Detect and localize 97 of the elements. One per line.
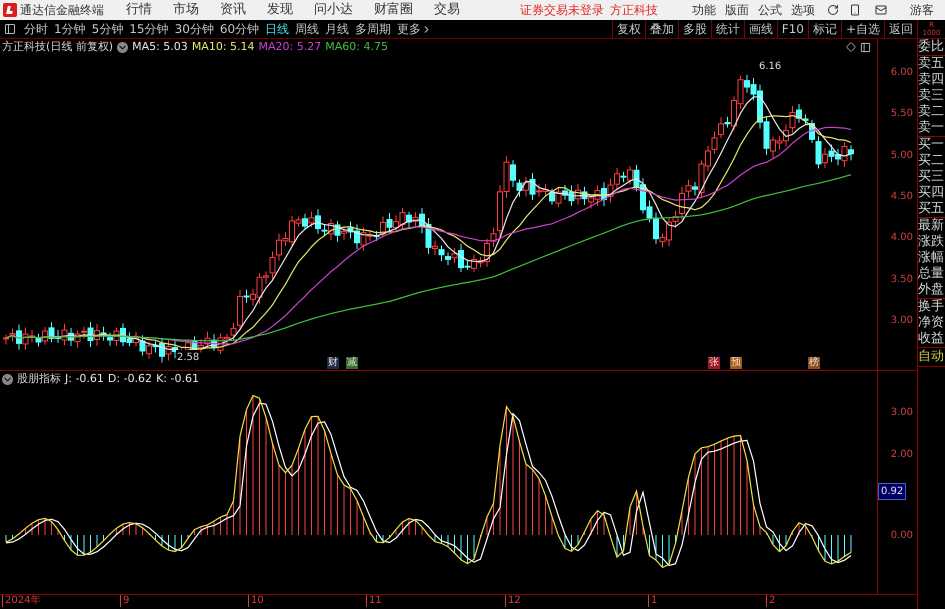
- period-tab[interactable]: 1分钟: [54, 20, 86, 38]
- mail-icon[interactable]: [875, 4, 887, 16]
- quote-tab[interactable]: 卖三: [918, 88, 945, 104]
- toolbar-button[interactable]: 返回: [884, 20, 917, 38]
- refresh-icon[interactable]: [827, 4, 839, 16]
- ma-reading: MA60: 4.75: [325, 38, 388, 55]
- ma-reading: MA5: 5.03: [132, 38, 188, 55]
- date-axis-label: 1: [648, 595, 658, 607]
- period-tab[interactable]: 30分钟: [174, 20, 214, 38]
- period-tab[interactable]: 月线: [325, 20, 350, 38]
- period-tab[interactable]: 15分钟: [129, 20, 169, 38]
- app-logo-icon: [3, 3, 17, 17]
- chart-title: 方正科技(日线 前复权): [2, 38, 114, 55]
- menu-item[interactable]: 问小达: [314, 0, 353, 20]
- indicator-reading: D: -0.62: [108, 370, 152, 387]
- price-axis-label: 5.00: [890, 148, 913, 163]
- quote-tab[interactable]: 最新: [918, 218, 945, 234]
- dropdown-icon[interactable]: [117, 42, 128, 52]
- user-label[interactable]: 游客: [910, 1, 934, 19]
- date-axis-label: 9: [120, 595, 130, 607]
- panel-icon[interactable]: [4, 23, 16, 35]
- app-title: 通达信金融终端: [20, 2, 105, 19]
- toolbar-button[interactable]: 统计: [710, 20, 744, 38]
- toolbar-button[interactable]: F10: [776, 20, 808, 38]
- quote-tab[interactable]: 买三: [918, 169, 945, 185]
- menu-item[interactable]: 交易: [434, 0, 460, 20]
- event-marker[interactable]: 张: [708, 357, 720, 369]
- quote-tab[interactable]: 净资: [918, 315, 945, 331]
- quote-tab[interactable]: 委比: [918, 39, 945, 55]
- event-marker[interactable]: 榜: [808, 357, 820, 369]
- quote-tab[interactable]: 买二: [918, 153, 945, 169]
- date-axis-label: 2: [766, 595, 776, 607]
- toolbar-button[interactable]: 叠加: [644, 20, 678, 38]
- quote-tab[interactable]: 卖四: [918, 72, 945, 88]
- indicator-axis-label: 0.00: [890, 529, 913, 543]
- indicator-title: 股朋指标: [17, 370, 61, 387]
- price-axis-label: 3.00: [890, 314, 913, 328]
- toolbar-button[interactable]: 多股: [678, 20, 711, 38]
- quote-tab[interactable]: 外盘: [918, 282, 945, 298]
- diamond-icon[interactable]: [846, 42, 856, 52]
- menu-item[interactable]: 发现: [267, 0, 293, 20]
- toolbar-button[interactable]: 画线: [744, 20, 777, 38]
- price-axis-label: 4.00: [890, 231, 913, 246]
- stock-name[interactable]: 方正科技: [610, 1, 658, 19]
- ma-reading: MA20: 5.27: [258, 38, 322, 55]
- event-marker[interactable]: 预: [730, 357, 742, 369]
- menu-item[interactable]: 版面: [725, 1, 749, 19]
- quote-tab[interactable]: 卖二: [918, 104, 945, 120]
- phone-icon[interactable]: [849, 4, 861, 16]
- indicator-reading: K: -0.61: [156, 370, 199, 387]
- event-marker[interactable]: 减: [346, 357, 358, 369]
- low-price-label: 2.58: [176, 350, 200, 365]
- quote-tab[interactable]: 卖一: [918, 120, 945, 136]
- period-tab[interactable]: 5分钟: [92, 20, 124, 38]
- mode-button[interactable]: 自动: [918, 348, 945, 367]
- quote-tab[interactable]: 换手: [918, 299, 945, 315]
- menu-item[interactable]: 公式: [758, 1, 782, 19]
- date-axis-label: 2024年: [2, 595, 40, 607]
- menu-item[interactable]: 行情: [126, 0, 152, 20]
- login-notice[interactable]: 证券交易未登录: [520, 1, 604, 19]
- indicator-axis-label: 2.00: [890, 448, 913, 462]
- date-axis-label: 10: [248, 595, 264, 607]
- menu-item[interactable]: 资讯: [220, 0, 246, 20]
- period-tab[interactable]: 60分钟: [220, 20, 260, 38]
- quote-tab[interactable]: 卖五: [918, 56, 945, 72]
- indicator-axis-label: 3.00: [890, 406, 913, 420]
- indicator-reading: J: -0.61: [65, 370, 104, 387]
- toolbar-button[interactable]: 标记: [808, 20, 841, 38]
- ma-reading: MA10: 5.14: [192, 38, 255, 55]
- price-axis-label: 4.50: [890, 190, 913, 204]
- price-axis-label: 5.50: [890, 107, 913, 122]
- quote-tab[interactable]: 涨幅: [918, 250, 945, 266]
- menu-item[interactable]: 财富圈: [374, 0, 413, 20]
- period-tab[interactable]: 周线: [295, 20, 320, 38]
- menu-item[interactable]: 市场: [173, 0, 199, 20]
- panel-toggle-icon[interactable]: [860, 42, 871, 52]
- price-axis-label: 6.00: [890, 66, 913, 80]
- price-axis-label: 3.50: [890, 272, 913, 286]
- quote-tab[interactable]: 收益: [918, 331, 945, 347]
- menu-item[interactable]: 功能: [692, 1, 716, 19]
- current-value-label: 0.92: [878, 483, 906, 500]
- menu-item[interactable]: 选项: [791, 1, 815, 19]
- toolbar-button[interactable]: +自选: [840, 20, 884, 38]
- quote-tab[interactable]: 涨跌: [918, 234, 945, 250]
- dropdown-icon[interactable]: [2, 374, 13, 384]
- quote-tab[interactable]: 买五: [918, 201, 945, 217]
- toolbar-button[interactable]: 复权: [612, 20, 645, 38]
- period-tab[interactable]: 多周期: [355, 20, 392, 38]
- quote-tab[interactable]: 买一: [918, 137, 945, 153]
- event-marker[interactable]: 财: [327, 357, 339, 369]
- quote-tab[interactable]: 总量: [918, 266, 945, 282]
- more-button[interactable]: 更多: [397, 20, 432, 38]
- date-axis-label: 12: [505, 595, 521, 607]
- date-axis-label: 11: [366, 595, 382, 607]
- period-tab[interactable]: 分时: [24, 20, 48, 38]
- quote-tab[interactable]: 买四: [918, 185, 945, 201]
- period-tab[interactable]: 日线: [265, 20, 290, 38]
